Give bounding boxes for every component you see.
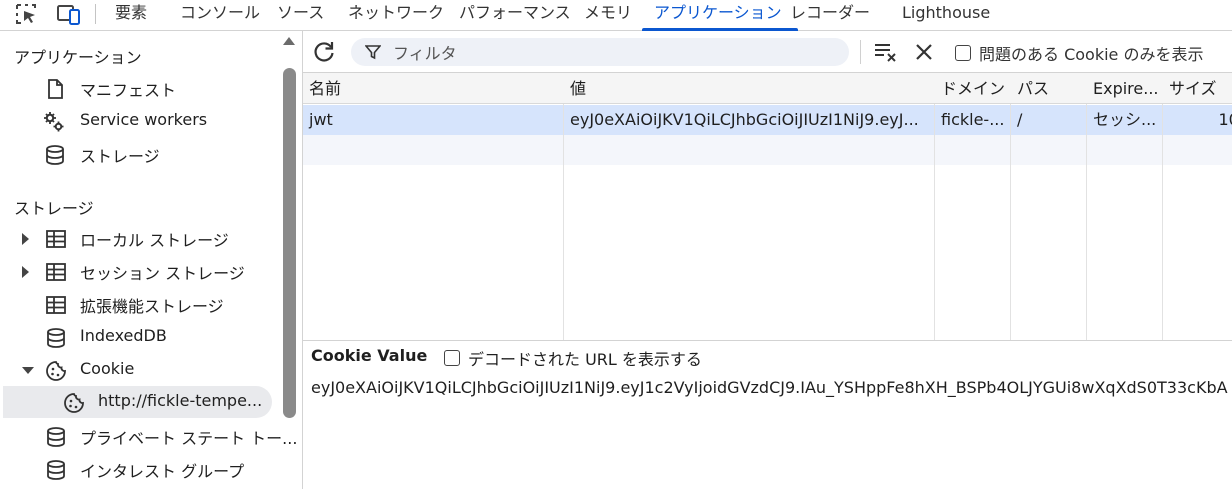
sidebar-item-label: ローカル ストレージ — [80, 231, 229, 250]
cookie-icon — [64, 393, 84, 413]
table-icon — [46, 263, 66, 281]
gears-icon — [44, 112, 64, 132]
toolbar-separator — [860, 40, 861, 64]
sidebar-item-indexeddb[interactable]: IndexedDB — [0, 321, 280, 353]
sidebar-item-private-state-tokens[interactable]: プライベート ステート トー... — [0, 420, 297, 452]
cell-domain[interactable]: fickle-... — [935, 105, 1010, 135]
collapse-arrow-icon[interactable] — [22, 367, 34, 374]
database-icon — [47, 328, 65, 348]
database-icon — [47, 460, 65, 480]
cookie-value-text[interactable]: eyJ0eXAiOiJKV1QiLCJhbGciOiJIUzI1NiJ9.eyJ… — [311, 378, 1232, 397]
refresh-icon[interactable] — [311, 39, 337, 65]
cell-name[interactable]: jwt — [303, 105, 563, 135]
cell-size[interactable]: 104 — [1163, 105, 1232, 135]
database-icon — [47, 427, 65, 447]
tab-performance[interactable]: パフォーマンス — [459, 0, 571, 30]
only-issues-checkbox[interactable]: 問題のある Cookie のみを表示 — [955, 41, 1204, 64]
expand-arrow-icon[interactable] — [22, 266, 29, 278]
tabbar-separator — [95, 4, 96, 24]
document-icon — [48, 79, 63, 99]
sidebar-item-label: マニフェスト — [80, 81, 177, 100]
filter-icon — [365, 45, 381, 60]
tab-network[interactable]: ネットワーク — [348, 0, 444, 30]
sidebar-scrollbar-thumb[interactable] — [283, 68, 296, 418]
cookie-toolbar: 問題のある Cookie のみを表示 — [303, 31, 1232, 71]
tab-memory[interactable]: メモリ — [584, 0, 632, 30]
decode-url-checkbox[interactable]: デコードされた URL を表示する — [444, 346, 702, 370]
decode-url-label: デコードされた URL を表示する — [468, 350, 702, 369]
sidebar-item-interest-groups[interactable]: インタレスト グループ — [0, 453, 280, 485]
tab-application[interactable]: アプリケーション — [642, 0, 798, 31]
cell-value[interactable]: eyJ0eXAiOiJKV1QiLCJhbGciOiJIUzI1NiJ9.eyJ… — [564, 105, 934, 135]
tab-lighthouse[interactable]: Lighthouse — [902, 0, 990, 30]
column-header-domain[interactable]: ドメイン — [935, 73, 1011, 104]
sidebar-item-label: Cookie — [80, 359, 135, 378]
sidebar-item-label: インタレスト グループ — [80, 462, 245, 481]
only-issues-label: 問題のある Cookie のみを表示 — [979, 45, 1204, 64]
checkbox-box[interactable] — [955, 45, 971, 61]
table-icon — [46, 230, 66, 248]
tab-recorder[interactable]: レコーダー — [790, 0, 870, 30]
sidebar: アプリケーション マニフェスト Service workers ストレージ スト… — [0, 31, 303, 489]
sidebar-item-label: Service workers — [80, 110, 208, 129]
sidebar-item-local-storage[interactable]: ローカル ストレージ — [0, 222, 280, 254]
sidebar-item-session-storage[interactable]: セッション ストレージ — [0, 255, 280, 287]
clear-all-icon[interactable] — [873, 40, 899, 64]
sidebar-item-storage-overview[interactable]: ストレージ — [0, 138, 280, 170]
tab-sources[interactable]: ソース — [277, 0, 324, 30]
devtools-tabbar: 要素 コンソール ソース ネットワーク パフォーマンス メモリ アプリケーション… — [0, 0, 1232, 31]
section-title-application: アプリケーション — [14, 48, 142, 67]
table-icon — [46, 296, 66, 314]
cookie-value-title: Cookie Value — [311, 346, 428, 365]
column-header-value[interactable]: 値 — [564, 73, 935, 104]
database-icon — [46, 145, 64, 165]
column-header-path[interactable]: パス — [1011, 73, 1087, 104]
cell-size-text: 104 — [1218, 110, 1232, 129]
device-toolbar-icon[interactable] — [56, 2, 82, 26]
sidebar-item-extension-storage[interactable]: 拡張機能ストレージ — [0, 288, 280, 320]
checkbox-box[interactable] — [444, 350, 460, 366]
cookie-table: 名前 値 ドメイン パス Expire... サイズ jwt eyJ0eXAiO… — [303, 72, 1232, 341]
cookie-icon — [46, 361, 66, 381]
expand-arrow-icon[interactable] — [22, 233, 29, 245]
sidebar-item-manifest[interactable]: マニフェスト — [0, 72, 280, 104]
sidebar-item-cookie[interactable]: Cookie — [0, 354, 280, 386]
column-header-name[interactable]: 名前 — [303, 73, 564, 104]
inspect-element-icon[interactable] — [14, 2, 40, 26]
sidebar-item-label: ストレージ — [80, 147, 160, 166]
section-title-storage: ストレージ — [14, 199, 94, 218]
filter-box[interactable] — [351, 38, 849, 66]
tab-console[interactable]: コンソール — [180, 0, 260, 30]
tab-elements[interactable]: 要素 — [115, 0, 147, 30]
cell-path[interactable]: / — [1011, 105, 1086, 135]
sidebar-item-label: IndexedDB — [80, 326, 167, 345]
delete-selected-icon[interactable] — [913, 41, 935, 63]
sidebar-item-service-workers[interactable]: Service workers — [0, 105, 280, 137]
scroll-up-arrow-icon[interactable] — [283, 37, 295, 45]
column-header-expires[interactable]: Expire... — [1087, 73, 1163, 104]
sidebar-item-label: 拡張機能ストレージ — [80, 297, 224, 316]
sidebar-item-label: http://fickle-tempe... — [98, 391, 263, 410]
sidebar-item-label: セッション ストレージ — [80, 264, 245, 283]
column-header-size[interactable]: サイズ — [1163, 73, 1232, 104]
sidebar-item-cookie-origin[interactable]: http://fickle-tempe... — [3, 386, 272, 418]
cell-expires[interactable]: セッシ... — [1087, 105, 1162, 135]
sidebar-item-label: プライベート ステート トー... — [80, 429, 298, 448]
filter-input[interactable] — [391, 41, 835, 65]
